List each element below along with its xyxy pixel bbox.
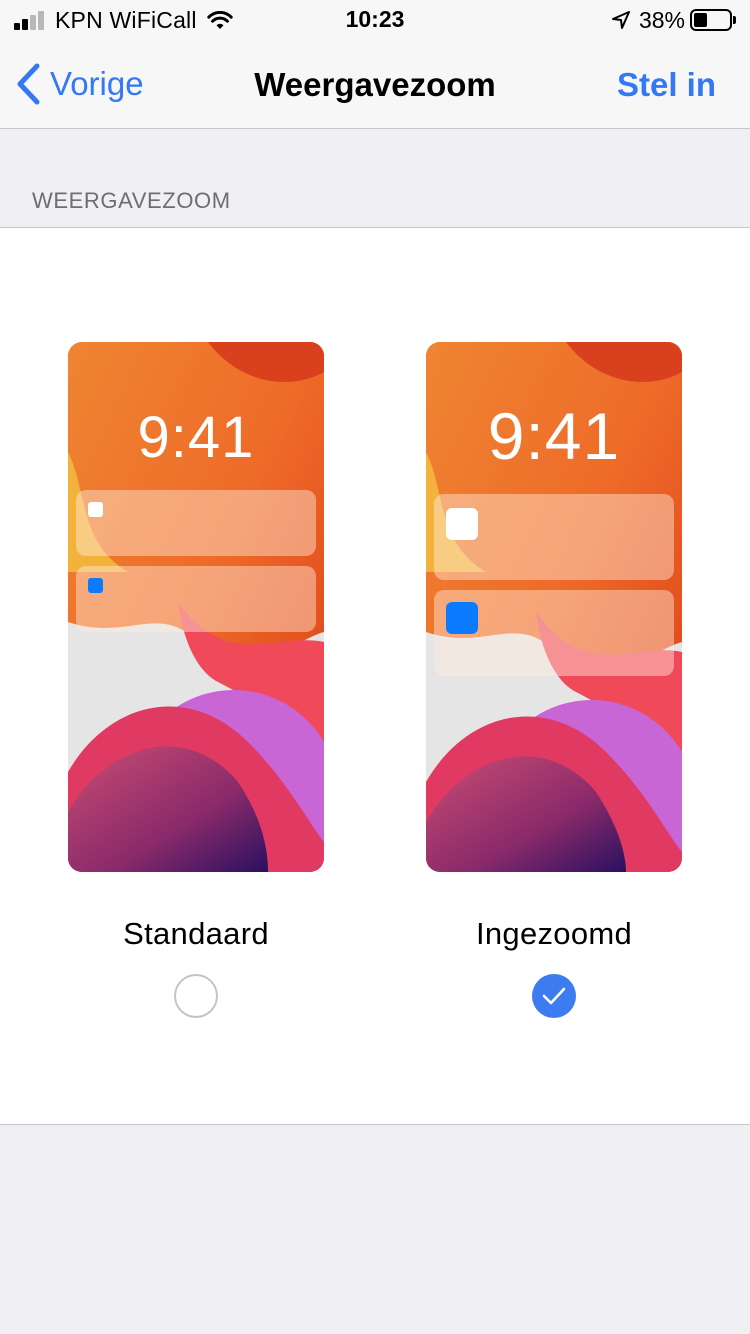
zoomed-preview-image: 9:41	[426, 342, 682, 872]
option-label-zoomed: Ingezoomd	[475, 916, 633, 951]
option-zoomed[interactable]: 9:41 Ingezoomd	[426, 342, 682, 1018]
notification-app-icon	[88, 578, 103, 593]
preview-clock: 9:41	[487, 399, 621, 473]
radio-zoomed[interactable]	[532, 974, 576, 1018]
status-right: 38%	[611, 6, 736, 34]
battery-nub	[733, 16, 736, 24]
option-label-standard: Standaard	[123, 916, 269, 951]
preview-notification	[434, 590, 674, 676]
preview-notification	[76, 566, 316, 632]
checkmark-icon	[542, 987, 566, 1005]
notification-app-icon	[446, 602, 478, 634]
preview-notification	[76, 490, 316, 556]
standard-preview-image: 9:41	[68, 342, 324, 872]
radio-standard[interactable]	[174, 974, 218, 1018]
preview-clock: 9:41	[137, 405, 255, 470]
display-zoom-options: 9:41 Standaard 9:41 Ingezoomd	[0, 227, 750, 1125]
notification-app-icon	[446, 508, 478, 540]
status-bar: KPN WiFiCall 10:23 38%	[0, 0, 750, 40]
preview-notification	[434, 494, 674, 580]
notification-app-icon	[88, 502, 103, 517]
battery-percentage: 38%	[638, 6, 685, 33]
navigation-bar: Vorige Weergavezoom Stel in	[0, 40, 750, 129]
location-arrow-icon	[611, 11, 630, 29]
battery-icon	[690, 9, 732, 31]
option-standard[interactable]: 9:41 Standaard	[68, 342, 324, 1018]
section-header: WEERGAVEZOOM	[32, 188, 231, 213]
set-button[interactable]: Stel in	[617, 66, 716, 104]
battery-level	[694, 13, 707, 27]
